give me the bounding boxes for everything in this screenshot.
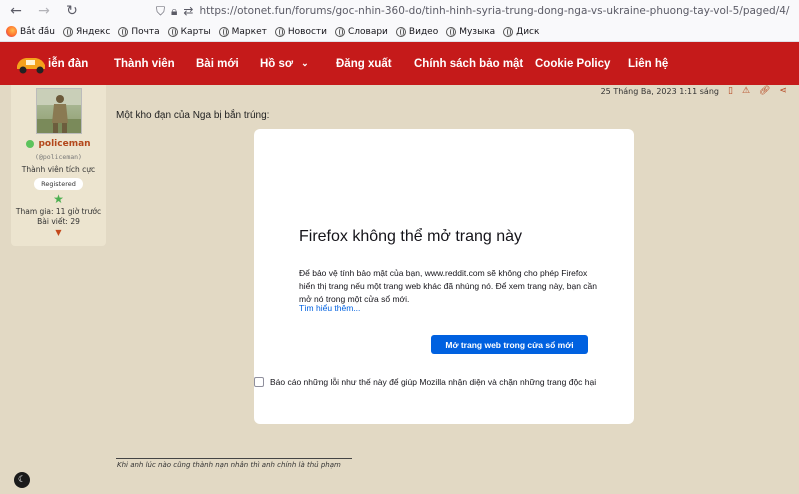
- expand-arrow-icon[interactable]: ▼: [55, 228, 61, 237]
- error-description: Để bảo vệ tính bảo mật của bạn, www.redd…: [299, 268, 598, 304]
- dark-mode-toggle-icon[interactable]: ☾: [14, 472, 30, 488]
- bookmark-item[interactable]: Словари: [334, 26, 388, 37]
- user-title: Thành viên tích cực: [21, 165, 96, 174]
- status-badge: Registered: [34, 178, 83, 190]
- nav-contact[interactable]: Liên hệ: [628, 42, 668, 85]
- bookmark-item[interactable]: Bắt đầu: [6, 26, 55, 37]
- firefox-icon: [6, 26, 17, 37]
- user-posts: Bài viết: 29: [37, 217, 80, 226]
- back-icon[interactable]: ←: [4, 0, 28, 22]
- star-icon: ★: [53, 192, 64, 206]
- signature-divider: [116, 458, 352, 459]
- username[interactable]: policeman: [38, 139, 90, 149]
- embed-error-panel: Firefox không thể mở trang này Để bảo vệ…: [254, 129, 634, 424]
- address-bar[interactable]: ⛉ 🔒︎ ⇄ https://otonet.fun/forums/goc-nhi…: [150, 1, 799, 21]
- permissions-icon[interactable]: ⇄: [183, 4, 193, 18]
- nav-profile-label: Hồ sơ: [260, 57, 294, 70]
- bookmark-icon[interactable]: ▯: [728, 86, 733, 96]
- nav-members[interactable]: Thành viên: [114, 42, 175, 85]
- url-text[interactable]: https://otonet.fun/forums/goc-nhin-360-d…: [199, 5, 789, 17]
- online-status-icon: [26, 140, 35, 148]
- globe-icon: [395, 26, 406, 37]
- bookmark-item[interactable]: Карты: [167, 26, 211, 37]
- bookmark-item[interactable]: Видео: [395, 26, 438, 37]
- bookmark-item[interactable]: Диск: [503, 26, 539, 37]
- report-checkbox[interactable]: [254, 377, 264, 387]
- site-nav: iễn đàn Thành viên Bài mới Hồ sơ ⌄ Đăng …: [0, 42, 799, 85]
- post-signature: Khi anh lúc nào cũng thành nạn nhân thì …: [117, 461, 341, 469]
- shield-icon[interactable]: ⛉: [156, 4, 165, 19]
- bookmark-item[interactable]: Маркет: [218, 26, 267, 37]
- reload-icon[interactable]: ↻: [60, 0, 84, 22]
- nav-recent[interactable]: Bài mới: [196, 42, 239, 85]
- globe-icon: [446, 26, 457, 37]
- open-in-new-window-button[interactable]: Mở trang web trong cửa sổ mới: [431, 335, 588, 354]
- error-title: Firefox không thể mở trang này: [299, 228, 523, 245]
- globe-icon: [63, 26, 74, 37]
- globe-icon: [334, 26, 345, 37]
- learn-more-link[interactable]: Tìm hiểu thêm...: [299, 303, 360, 313]
- share-icon[interactable]: ⋖: [779, 86, 787, 96]
- bookmark-item[interactable]: Новости: [274, 26, 327, 37]
- globe-icon: [167, 26, 178, 37]
- avatar[interactable]: [35, 88, 82, 134]
- user-handle: (@policeman): [35, 153, 82, 161]
- post-date: 25 Tháng Ba, 2023 1:11 sáng: [600, 86, 719, 96]
- nav-profile[interactable]: Hồ sơ ⌄: [260, 42, 309, 85]
- report-label: Báo cáo những lỗi như thế này để giúp Mo…: [270, 377, 597, 387]
- user-joined: Tham gia: 11 giờ trước: [15, 207, 102, 216]
- bookmark-item[interactable]: Яндекс: [63, 26, 110, 37]
- lock-icon[interactable]: 🔒︎: [171, 4, 177, 19]
- nav-cookie[interactable]: Cookie Policy: [535, 42, 610, 85]
- report-checkbox-row[interactable]: Báo cáo những lỗi như thế này để giúp Mo…: [254, 377, 596, 387]
- bookmarks-bar: Bắt đầu Яндекс Почта Карты Маркет Новост…: [0, 22, 799, 42]
- bookmark-item[interactable]: Музыка: [446, 26, 495, 37]
- bookmark-item[interactable]: Почта: [118, 26, 160, 37]
- forward-icon[interactable]: →: [32, 0, 56, 22]
- globe-icon: [503, 26, 514, 37]
- globe-icon: [274, 26, 285, 37]
- car-logo-icon[interactable]: [14, 51, 48, 75]
- report-icon[interactable]: ⚠: [742, 86, 750, 96]
- nav-logout[interactable]: Đăng xuất: [336, 42, 392, 85]
- user-card: policeman (@policeman) Thành viên tích c…: [11, 85, 106, 246]
- nav-privacy[interactable]: Chính sách bảo mật: [414, 42, 523, 85]
- globe-icon: [118, 26, 129, 37]
- post-text: Một kho đạn của Nga bị bắn trúng:: [116, 110, 270, 121]
- nav-forum[interactable]: iễn đàn: [48, 42, 88, 85]
- post-meta: 25 Tháng Ba, 2023 1:11 sáng ▯ ⚠ 🔗︎ ⋖: [601, 86, 787, 96]
- link-icon[interactable]: 🔗︎: [759, 86, 770, 96]
- globe-icon: [218, 26, 229, 37]
- chevron-down-icon: ⌄: [301, 58, 309, 68]
- browser-toolbar: ← → ↻ ⛉ 🔒︎ ⇄ https://otonet.fun/forums/g…: [0, 0, 799, 22]
